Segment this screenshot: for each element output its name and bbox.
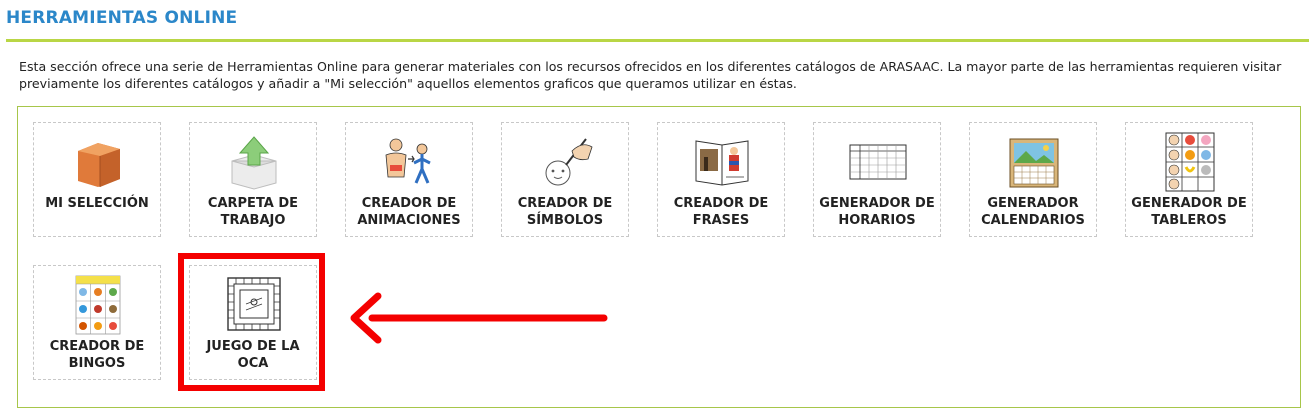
annotation-arrow-icon	[350, 292, 608, 344]
tool-label: CREADOR DE BINGOS	[49, 339, 145, 371]
schedule-grid-icon	[849, 144, 907, 180]
tool-label: GENERADOR CALENDARIOS	[981, 196, 1085, 228]
tool-label: CARPETA DE TRABAJO	[207, 196, 299, 228]
tool-mi-seleccion[interactable]: MI SELECCIÓN	[33, 122, 161, 237]
tool-creador-de-animaciones[interactable]: CREADOR DE ANIMACIONES	[345, 122, 473, 237]
tool-creador-de-frases[interactable]: CREADOR DE FRASES	[657, 122, 785, 237]
tool-label: GENERADOR DE TABLEROS	[1131, 196, 1247, 228]
calendar-icon	[1009, 138, 1059, 188]
tool-generador-calendarios[interactable]: GENERADOR CALENDARIOS	[969, 122, 1097, 237]
title-divider	[6, 39, 1309, 42]
tool-label: MI SELECCIÓN	[45, 196, 149, 211]
upload-box-icon	[231, 136, 277, 190]
book-icon	[695, 140, 749, 186]
tool-generador-de-horarios[interactable]: GENERADOR DE HORARIOS	[813, 122, 941, 237]
drawing-hand-icon	[545, 138, 593, 186]
intro-text: Esta sección ofrece una serie de Herrami…	[19, 59, 1282, 91]
tool-label: CREADOR DE SÍMBOLOS	[517, 196, 613, 228]
annotation-highlight-box	[178, 253, 325, 391]
board-grid-icon	[1165, 132, 1215, 192]
page-title: HERRAMIENTAS ONLINE	[6, 8, 238, 28]
tool-label: GENERADOR DE HORARIOS	[819, 196, 935, 228]
bingo-card-icon	[75, 275, 121, 335]
tool-creador-de-bingos[interactable]: CREADOR DE BINGOS	[33, 265, 161, 380]
tool-label: CREADOR DE ANIMACIONES	[357, 196, 461, 228]
box-icon	[78, 143, 120, 187]
animation-people-icon	[385, 138, 431, 184]
tool-generador-de-tableros[interactable]: GENERADOR DE TABLEROS	[1125, 122, 1253, 237]
tool-creador-de-simbolos[interactable]: CREADOR DE SÍMBOLOS	[501, 122, 629, 237]
tool-carpeta-de-trabajo[interactable]: CARPETA DE TRABAJO	[189, 122, 317, 237]
tool-label: CREADOR DE FRASES	[673, 196, 769, 228]
